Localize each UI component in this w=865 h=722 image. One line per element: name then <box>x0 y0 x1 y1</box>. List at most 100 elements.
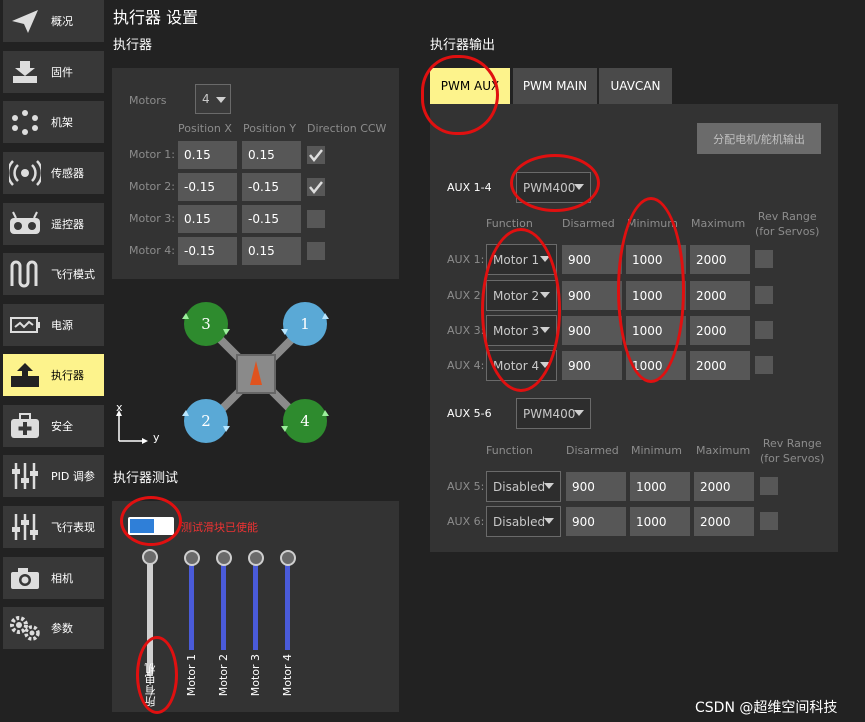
maximum-field[interactable]: 2000 <box>694 507 754 536</box>
motor-position-y-field[interactable]: -0.15 <box>242 205 301 233</box>
col-minimum: Minimum <box>627 217 678 230</box>
tab-pwm-main[interactable]: PWM MAIN <box>513 68 597 104</box>
rev-range-checkbox[interactable] <box>755 356 773 374</box>
rev-range-checkbox[interactable] <box>755 321 773 339</box>
watermark: CSDN @超维空间科技 <box>695 700 838 716</box>
nav-parameters[interactable]: 参数 <box>3 607 104 649</box>
page-title: 执行器 设置 <box>113 8 199 27</box>
motor-ccw-checkbox[interactable] <box>307 242 325 260</box>
nav-flight-modes[interactable]: 飞行模式 <box>3 253 104 295</box>
motor-1-slider-handle[interactable] <box>184 550 200 566</box>
maximum-field[interactable]: 2000 <box>694 472 754 501</box>
nav-pid[interactable]: PID 调参 <box>3 455 104 497</box>
function-select[interactable]: Motor 4 <box>486 350 557 381</box>
motor-position-x-field[interactable]: 0.15 <box>178 205 237 233</box>
nav-airframe[interactable]: 机架 <box>3 101 104 143</box>
motor-position-y-field[interactable]: 0.15 <box>242 141 301 169</box>
disarmed-field[interactable]: 900 <box>562 281 622 310</box>
function-select[interactable]: Motor 3 <box>486 315 557 346</box>
minimum-field[interactable]: 1000 <box>626 351 686 380</box>
disarmed-field[interactable]: 900 <box>566 507 626 536</box>
test-enable-switch[interactable] <box>128 517 174 535</box>
motor-position-y-field[interactable]: 0.15 <box>242 237 301 265</box>
nav-camera[interactable]: 相机 <box>3 557 104 599</box>
nav-label: 机架 <box>51 116 73 129</box>
nav-label: 固件 <box>51 66 73 79</box>
rotor-number: 3 <box>201 315 211 333</box>
slider-label-motor-4: Motor 4 <box>281 654 294 697</box>
nav-label: 相机 <box>51 572 73 585</box>
function-value: Motor 4 <box>493 358 540 373</box>
motor-position-x-field[interactable]: -0.15 <box>178 237 237 265</box>
motor-ccw-checkbox[interactable] <box>307 146 325 164</box>
motor-row-label: Motor 3: <box>129 212 175 225</box>
rev-range-checkbox[interactable] <box>760 477 778 495</box>
download-icon <box>3 51 47 93</box>
tab-uavcan[interactable]: UAVCAN <box>599 68 672 104</box>
motor-3-slider-track[interactable] <box>253 558 258 650</box>
tab-pwm-aux[interactable]: PWM AUX <box>430 68 510 104</box>
group2-protocol-select[interactable]: PWM400 <box>516 398 591 429</box>
maximum-field[interactable]: 2000 <box>690 281 750 310</box>
motors-label: Motors <box>129 94 167 107</box>
slider-label-motor-1: Motor 1 <box>185 654 198 697</box>
minimum-field[interactable]: 1000 <box>626 281 686 310</box>
nav-label: 传感器 <box>51 167 84 180</box>
motor-position-y-field[interactable]: -0.15 <box>242 173 301 201</box>
minimum-field[interactable]: 1000 <box>630 507 690 536</box>
protocol-value: PWM400 <box>523 406 576 421</box>
nav-label: 参数 <box>51 622 73 635</box>
minimum-field[interactable]: 1000 <box>630 472 690 501</box>
group1-protocol-select[interactable]: PWM400 <box>516 172 591 203</box>
assign-outputs-button[interactable]: 分配电机/舵机输出 <box>697 123 821 154</box>
nav-label: 安全 <box>51 420 73 433</box>
motor-4-slider-track[interactable] <box>285 558 290 650</box>
nav-firmware[interactable]: 固件 <box>3 51 104 93</box>
minimum-field[interactable]: 1000 <box>626 316 686 345</box>
function-value: Motor 2 <box>493 288 540 303</box>
maximum-field[interactable]: 2000 <box>690 351 750 380</box>
nav-power[interactable]: 电源 <box>3 304 104 346</box>
motor-row-label: Motor 1: <box>129 148 175 161</box>
function-select[interactable]: Disabled <box>486 471 561 502</box>
minimum-field[interactable]: 1000 <box>626 245 686 274</box>
function-select[interactable]: Disabled <box>486 506 561 537</box>
maximum-field[interactable]: 2000 <box>690 316 750 345</box>
first-aid-icon <box>3 405 47 447</box>
nav-label: PID 调参 <box>51 470 95 483</box>
disarmed-field[interactable]: 900 <box>562 351 622 380</box>
motor-2-slider-track[interactable] <box>221 558 226 650</box>
motor-2-slider-handle[interactable] <box>216 550 232 566</box>
motor-ccw-checkbox[interactable] <box>307 178 325 196</box>
nav-sensors[interactable]: 传感器 <box>3 152 104 194</box>
motor-4-slider-handle[interactable] <box>280 550 296 566</box>
disarmed-field[interactable]: 900 <box>562 316 622 345</box>
motor-position-x-field[interactable]: -0.15 <box>178 173 237 201</box>
checkmark-icon <box>309 149 323 163</box>
axis-arrow-icon <box>142 438 148 444</box>
all-motors-slider-handle[interactable] <box>142 549 158 565</box>
motor-1-slider-track[interactable] <box>189 558 194 650</box>
col-maximum: Maximum <box>691 217 746 230</box>
maximum-field[interactable]: 2000 <box>690 245 750 274</box>
motor-position-x-field[interactable]: 0.15 <box>178 141 237 169</box>
nav-label: 概况 <box>51 15 73 28</box>
nav-safety[interactable]: 安全 <box>3 405 104 447</box>
function-value: Motor 1 <box>493 252 540 267</box>
aux-row-label: AUX 5: <box>447 480 485 493</box>
nav-overview[interactable]: 概况 <box>3 0 104 42</box>
motors-count-select[interactable]: 4 <box>195 84 231 114</box>
col-direction-ccw: Direction CCW <box>307 122 387 135</box>
disarmed-field[interactable]: 900 <box>566 472 626 501</box>
nav-actuators[interactable]: 执行器 <box>3 354 104 396</box>
motor-3-slider-handle[interactable] <box>248 550 264 566</box>
motor-ccw-checkbox[interactable] <box>307 210 325 228</box>
function-select[interactable]: Motor 2 <box>486 280 557 311</box>
nav-tuning[interactable]: 飞行表现 <box>3 506 104 548</box>
disarmed-field[interactable]: 900 <box>562 245 622 274</box>
rev-range-checkbox[interactable] <box>755 286 773 304</box>
rev-range-checkbox[interactable] <box>755 250 773 268</box>
nav-radio[interactable]: 遥控器 <box>3 203 104 245</box>
function-select[interactable]: Motor 1 <box>486 244 557 275</box>
rev-range-checkbox[interactable] <box>760 512 778 530</box>
